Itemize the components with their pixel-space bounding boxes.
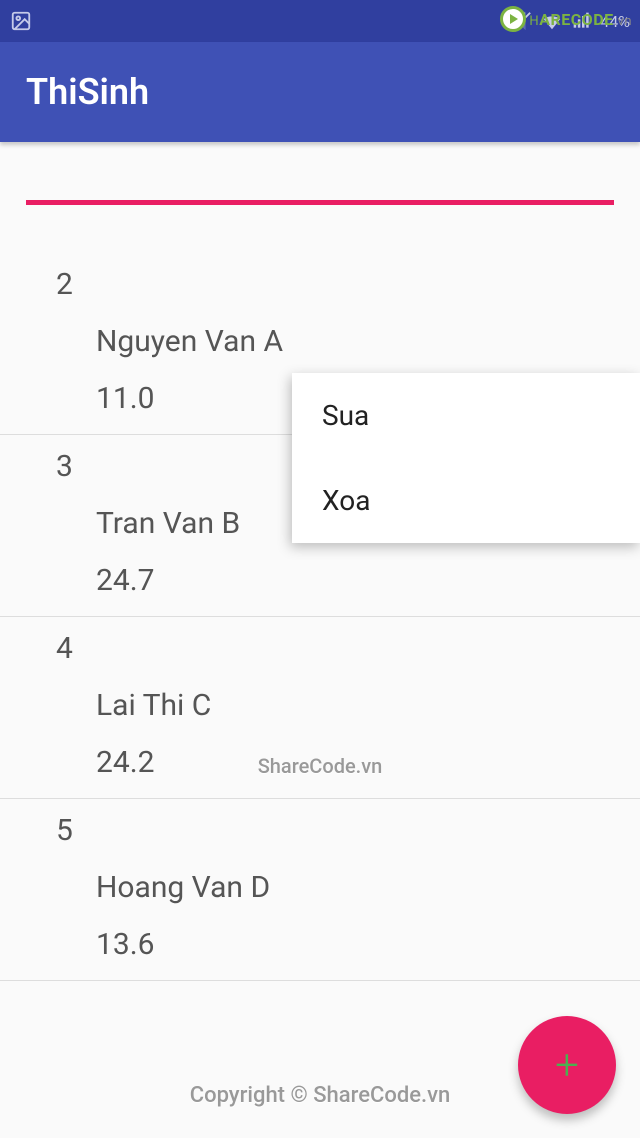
watermark-corner: HARECODE.vn bbox=[500, 6, 632, 32]
menu-edit[interactable]: Sua bbox=[292, 373, 640, 458]
main-content: 2 Nguyen Van A 11.0 3 Tran Van B 24.7 4 … bbox=[0, 142, 640, 981]
item-score: 13.6 bbox=[96, 927, 614, 962]
item-name: Nguyen Van A bbox=[96, 324, 614, 359]
item-score: 24.7 bbox=[96, 563, 614, 598]
sharecode-logo-icon bbox=[500, 6, 526, 32]
watermark-corner-text: HARECODE.vn bbox=[529, 10, 632, 29]
item-name: Hoang Van D bbox=[96, 870, 614, 905]
header-divider bbox=[26, 200, 614, 205]
item-id: 4 bbox=[56, 631, 614, 666]
picture-icon bbox=[10, 10, 32, 32]
menu-delete[interactable]: Xoa bbox=[292, 458, 640, 543]
add-fab[interactable]: + bbox=[518, 1016, 616, 1114]
plus-icon: + bbox=[555, 1041, 579, 1090]
app-bar: ThiSinh bbox=[0, 42, 640, 142]
app-title: ThiSinh bbox=[26, 71, 149, 113]
watermark-bottom: Copyright © ShareCode.vn bbox=[190, 1083, 451, 1108]
watermark-center: ShareCode.vn bbox=[258, 754, 383, 778]
item-id: 5 bbox=[56, 813, 614, 848]
item-id: 2 bbox=[56, 267, 614, 302]
item-name: Lai Thi C bbox=[96, 688, 614, 723]
context-menu: Sua Xoa bbox=[292, 373, 640, 543]
status-left bbox=[10, 10, 32, 32]
list-item[interactable]: 5 Hoang Van D 13.6 bbox=[0, 799, 640, 981]
